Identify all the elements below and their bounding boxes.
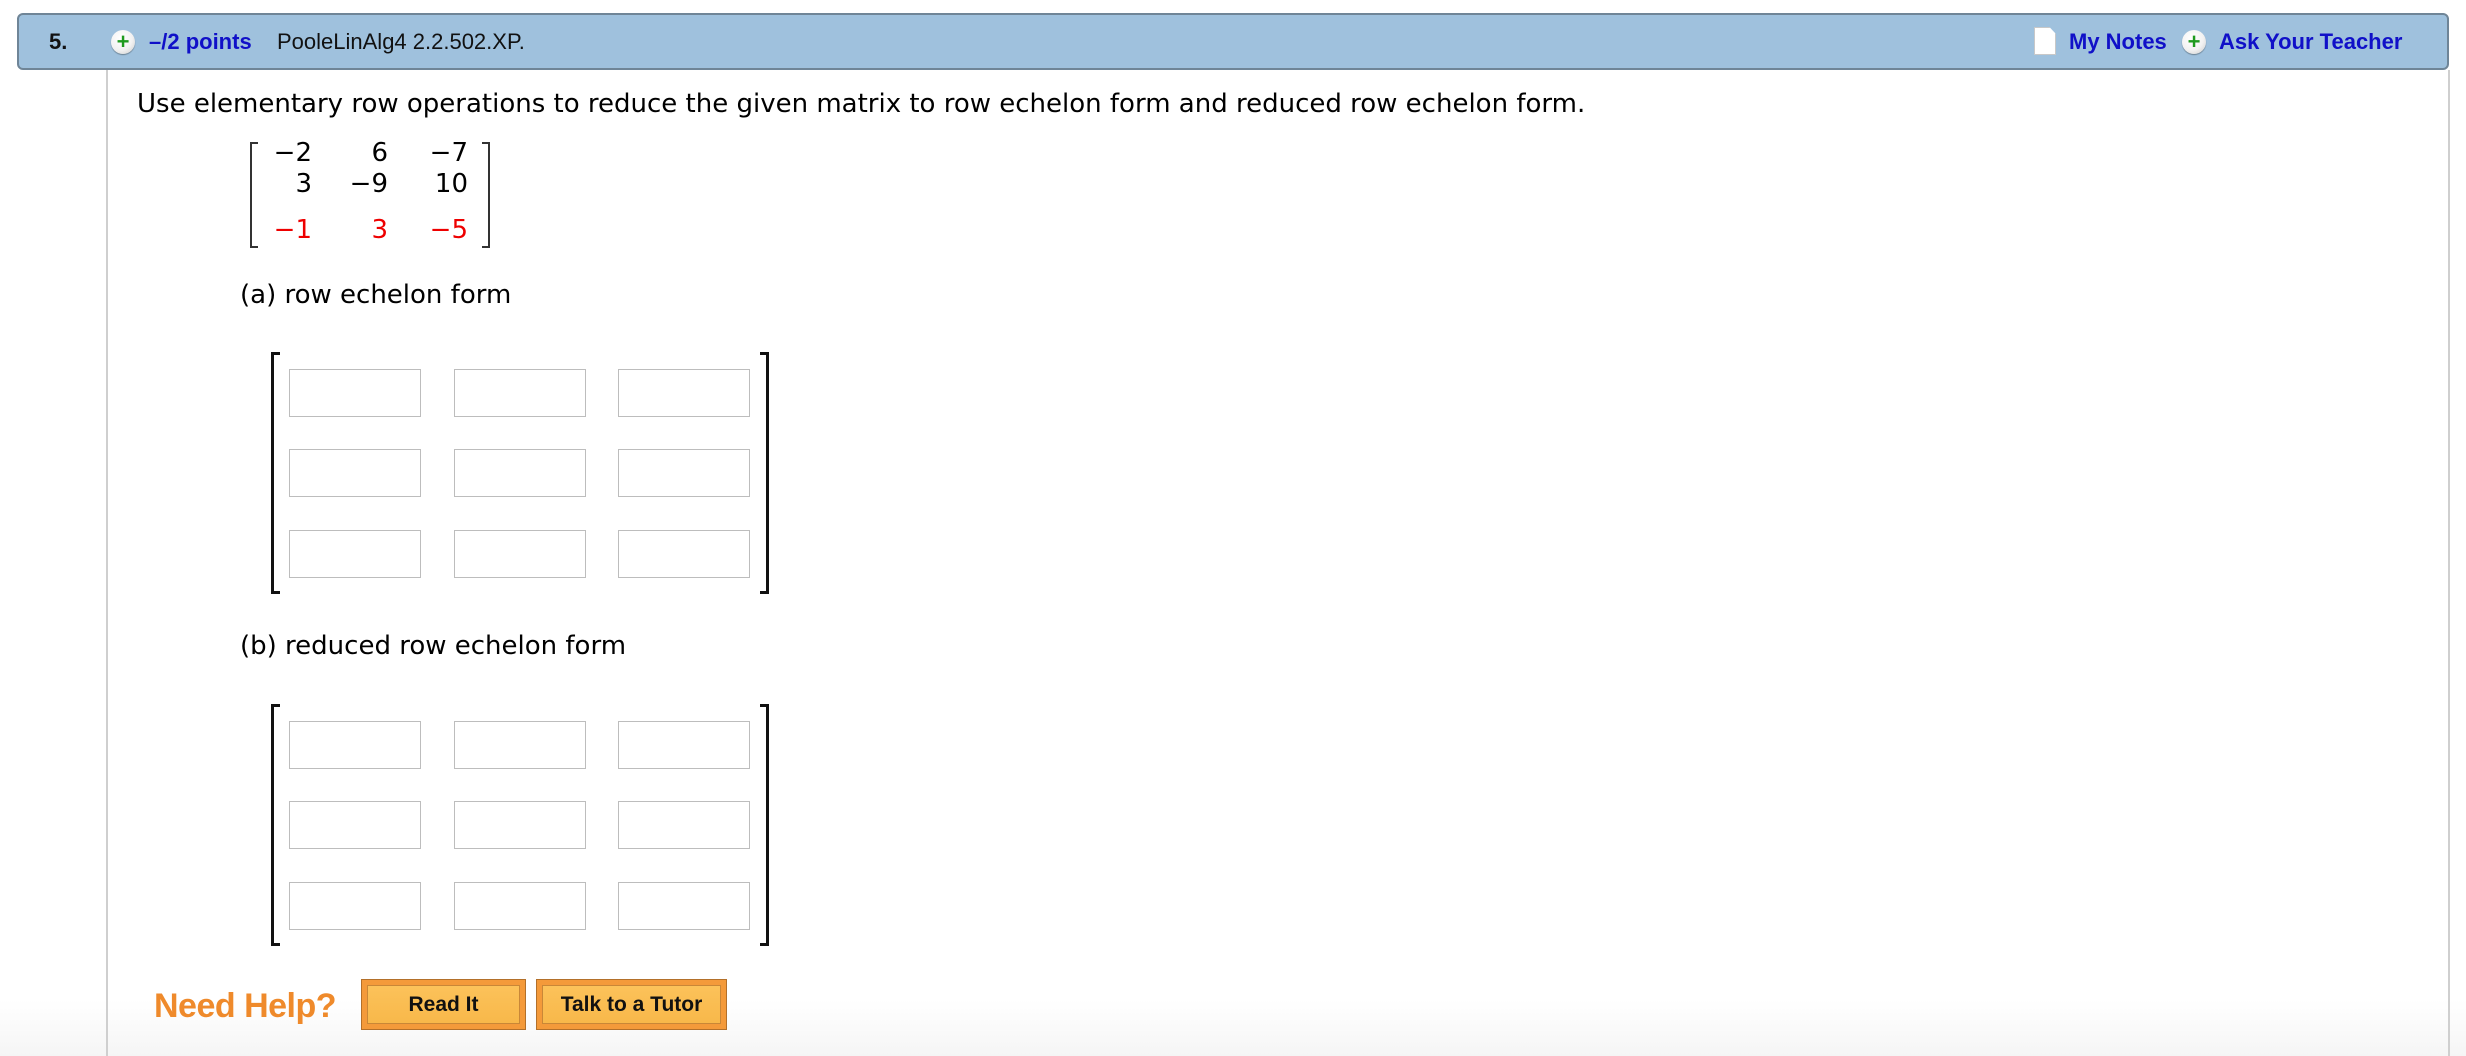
left-bracket bbox=[271, 352, 280, 594]
matrix-cell: −7 bbox=[429, 138, 468, 168]
part-a-label: (a) row echelon form bbox=[240, 280, 512, 310]
part-a-input-r3c1[interactable] bbox=[289, 530, 421, 578]
matrix-cell: 3 bbox=[295, 169, 312, 199]
plus-circle-icon[interactable]: + bbox=[111, 30, 135, 54]
content-border-right bbox=[2448, 70, 2450, 1056]
matrix-cell: 10 bbox=[434, 169, 468, 199]
talk-to-tutor-label: Talk to a Tutor bbox=[542, 985, 721, 1024]
part-a-input-r2c1[interactable] bbox=[289, 449, 421, 497]
left-bracket bbox=[271, 704, 280, 946]
part-a-input-r2c3[interactable] bbox=[618, 449, 750, 497]
part-a-input-r1c3[interactable] bbox=[618, 369, 750, 417]
right-bracket bbox=[760, 352, 769, 594]
part-b-input-r3c2[interactable] bbox=[454, 882, 586, 930]
read-it-button[interactable]: Read It bbox=[361, 979, 526, 1030]
part-b-input-r2c3[interactable] bbox=[618, 801, 750, 849]
part-a-answer-matrix bbox=[271, 352, 769, 594]
question-number: 5. bbox=[49, 29, 68, 54]
matrix-cell-highlighted: 3 bbox=[371, 215, 388, 245]
part-b-label: (b) reduced row echelon form bbox=[240, 631, 627, 661]
plus-circle-icon[interactable]: + bbox=[2182, 30, 2206, 54]
content-border-left bbox=[106, 70, 108, 1056]
given-matrix: −2 6 −7 3 −9 10 −1 3 −5 bbox=[250, 138, 490, 250]
my-notes-link[interactable]: My Notes bbox=[2069, 29, 2167, 55]
part-a-input-r2c2[interactable] bbox=[454, 449, 586, 497]
question-source: PooleLinAlg4 2.2.502.XP. bbox=[277, 29, 525, 54]
question-header: 5. + –/2 points PooleLinAlg4 2.2.502.XP.… bbox=[17, 13, 2449, 70]
talk-to-tutor-button[interactable]: Talk to a Tutor bbox=[536, 979, 727, 1030]
part-a-input-r3c2[interactable] bbox=[454, 530, 586, 578]
part-b-input-r3c1[interactable] bbox=[289, 882, 421, 930]
right-bracket bbox=[760, 704, 769, 946]
matrix-cell-highlighted: −1 bbox=[273, 215, 312, 245]
points-link[interactable]: –/2 points bbox=[149, 29, 252, 55]
part-b-input-r2c2[interactable] bbox=[454, 801, 586, 849]
right-bracket bbox=[482, 142, 490, 248]
note-page-icon[interactable] bbox=[2034, 27, 2056, 55]
matrix-cell-highlighted: −5 bbox=[429, 215, 468, 245]
matrix-cell: 6 bbox=[371, 138, 388, 168]
part-b-input-r3c3[interactable] bbox=[618, 882, 750, 930]
part-b-input-r2c1[interactable] bbox=[289, 801, 421, 849]
part-b-input-r1c1[interactable] bbox=[289, 721, 421, 769]
part-a-input-r3c3[interactable] bbox=[618, 530, 750, 578]
ask-your-teacher-link[interactable]: Ask Your Teacher bbox=[2219, 29, 2402, 55]
part-b-input-r1c2[interactable] bbox=[454, 721, 586, 769]
matrix-cell: −2 bbox=[273, 138, 312, 168]
matrix-cell: −9 bbox=[349, 169, 388, 199]
read-it-label: Read It bbox=[367, 985, 520, 1024]
need-help-label: Need Help? bbox=[154, 987, 337, 1025]
part-a-input-r1c2[interactable] bbox=[454, 369, 586, 417]
part-a-input-r1c1[interactable] bbox=[289, 369, 421, 417]
part-b-input-r1c3[interactable] bbox=[618, 721, 750, 769]
part-b-answer-matrix bbox=[271, 704, 769, 946]
question-prompt: Use elementary row operations to reduce … bbox=[137, 89, 1586, 119]
